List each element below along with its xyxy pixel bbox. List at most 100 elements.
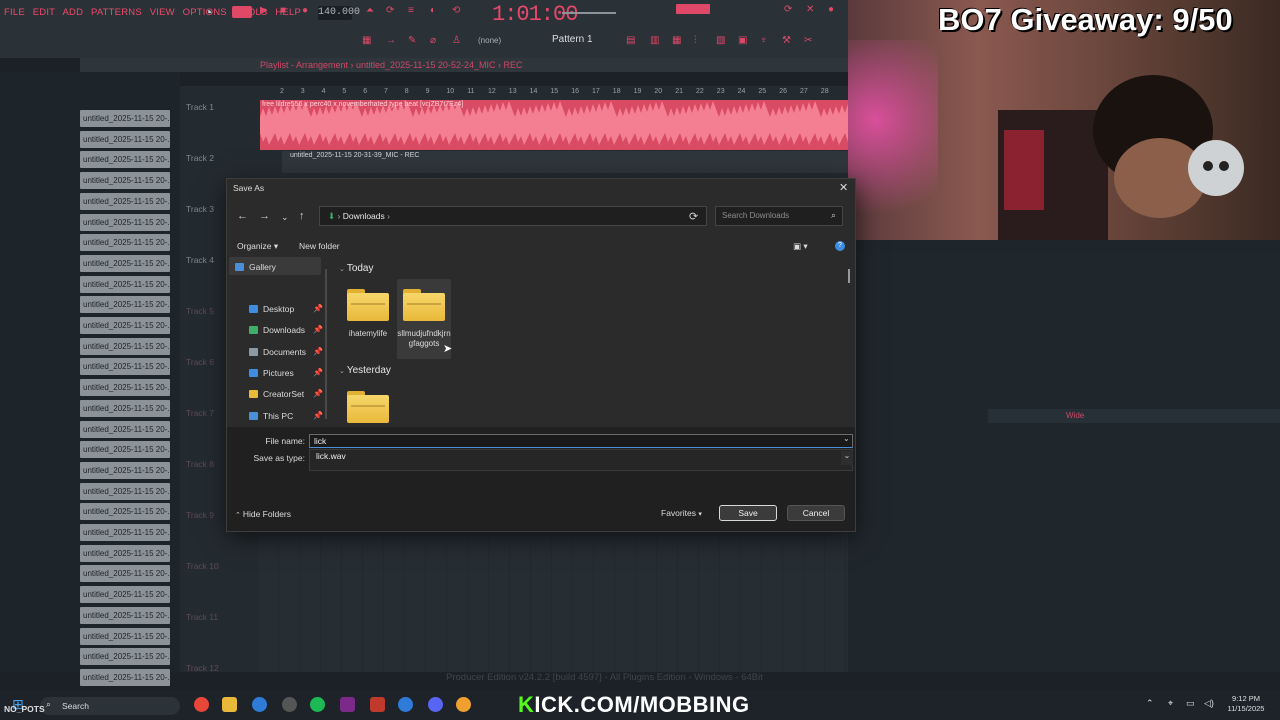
snap-selector[interactable]: (none)	[478, 36, 501, 45]
settings-icon[interactable]	[282, 697, 297, 712]
browser-item[interactable]: untitled_2025-11-15 20-...	[80, 668, 170, 686]
track-label[interactable]: Track 11	[186, 612, 218, 622]
save-type-select[interactable]: lick.wav	[309, 449, 853, 471]
location-icon[interactable]: ⌖	[1168, 698, 1173, 709]
pin-icon[interactable]: 📌	[313, 304, 323, 313]
menu-edit[interactable]: EDIT	[33, 7, 55, 18]
track-label[interactable]: Track 4	[186, 255, 214, 265]
track-label[interactable]: Track 12	[186, 663, 219, 673]
channel-rack-icon[interactable]: ▦	[672, 35, 681, 46]
file-name-input[interactable]: lick	[309, 434, 853, 448]
timeline-ruler[interactable]: 2 3 4 5 6 7 8 9 10 11 12 13 14 15 16 17 18 19 20 21 22 23 24 25…	[258, 88, 848, 98]
browser-item[interactable]: untitled_2025-11-15 20-...	[80, 254, 170, 272]
app-icon[interactable]	[370, 697, 385, 712]
browser-item[interactable]: untitled_2025-11-15 20-...	[80, 586, 170, 604]
spotify-icon[interactable]	[310, 697, 325, 712]
mixer-icon[interactable]: ⫶	[694, 35, 697, 46]
browser-item[interactable]: untitled_2025-11-15 20-...	[80, 503, 170, 521]
nav-creatorset[interactable]: CreatorSet 📌	[249, 389, 323, 399]
master-pitch-slider[interactable]	[562, 12, 616, 14]
breadcrumb-downloads[interactable]: Downloads	[343, 211, 385, 221]
browser-item[interactable]: untitled_2025-11-15 20-...	[80, 213, 170, 231]
back-arrow-icon[interactable]: ←	[237, 210, 248, 222]
browser-item[interactable]: untitled_2025-11-15 20-...	[80, 399, 170, 417]
tempo-display[interactable]: 140.000	[318, 6, 360, 20]
track-label[interactable]: Track 3	[186, 204, 214, 214]
browser-item[interactable]: untitled_2025-11-15 20-...	[80, 110, 170, 127]
song-mode-icon[interactable]	[232, 6, 252, 18]
browser-item[interactable]: untitled_2025-11-15 20-...	[80, 234, 170, 252]
countdown-icon[interactable]: ⟲	[452, 5, 460, 16]
network-icon[interactable]: ▭	[1186, 698, 1195, 709]
link-icon[interactable]: ⌀	[430, 35, 436, 46]
chrome-icon[interactable]	[194, 697, 209, 712]
folder-icon[interactable]	[345, 287, 391, 321]
forward-arrow-icon[interactable]: →	[259, 210, 270, 222]
close-icon[interactable]: ✕	[839, 181, 848, 194]
track-label[interactable]: Track 10	[186, 561, 219, 571]
plugin-icon[interactable]: ▣	[738, 35, 747, 46]
nav-this-pc[interactable]: This PC 📌	[249, 411, 323, 421]
browser-item[interactable]: untitled_2025-11-15 20-...	[80, 482, 170, 500]
track-label[interactable]: Track 5	[186, 306, 214, 316]
browser-item[interactable]: untitled_2025-11-15 20-...	[80, 606, 170, 624]
cut-icon[interactable]: ✂	[804, 35, 812, 46]
up-arrow-icon[interactable]: ↑	[299, 210, 305, 222]
track-label[interactable]: Track 2	[186, 153, 214, 163]
menu-file[interactable]: FILE	[4, 7, 25, 18]
folder-icon[interactable]	[345, 389, 391, 423]
fl-studio-icon[interactable]	[456, 697, 471, 712]
browser-item[interactable]: untitled_2025-11-15 20-...	[80, 379, 170, 397]
arrow-right-icon[interactable]: →	[386, 35, 396, 46]
nav-pictures[interactable]: Pictures 📌	[249, 368, 323, 378]
track-label[interactable]: Track 1	[186, 102, 214, 112]
wrench-icon[interactable]: ⚒	[782, 35, 791, 46]
track-label[interactable]: Track 8	[186, 459, 214, 469]
chevron-down-icon[interactable]: ⌄	[841, 451, 853, 465]
browser-item[interactable]: untitled_2025-11-15 20-...	[80, 192, 170, 210]
menu-patterns[interactable]: PATTERNS	[91, 7, 142, 18]
refresh-icon[interactable]: ⟳	[689, 210, 698, 223]
menu-view[interactable]: VIEW	[150, 7, 175, 18]
browser-item[interactable]: untitled_2025-11-15 20-...	[80, 151, 170, 169]
address-bar[interactable]: ⬇ › Downloads ›	[319, 206, 707, 226]
browser-item[interactable]: untitled_2025-11-15 20-...	[80, 648, 170, 666]
folder-icon[interactable]	[401, 287, 447, 321]
nav-gallery[interactable]: Gallery	[235, 262, 276, 272]
view-options-icon[interactable]: ▣ ▾	[793, 241, 808, 252]
browser-item[interactable]: untitled_2025-11-15 20-...	[80, 441, 170, 459]
step-edit-icon[interactable]: ≡	[408, 5, 414, 16]
browser-item[interactable]: untitled_2025-11-15 20-...	[80, 524, 170, 541]
browser-item[interactable]: untitled_2025-11-15 20-...	[80, 130, 170, 148]
browser-item[interactable]: untitled_2025-11-15 20-...	[80, 420, 170, 438]
recent-locations-chevron-icon[interactable]: ⌄	[281, 212, 289, 223]
track-label[interactable]: Track 7	[186, 408, 214, 418]
save-button[interactable]: Save	[719, 505, 777, 521]
browser-item[interactable]: untitled_2025-11-15 20-...	[80, 358, 170, 376]
file-list-scrollbar[interactable]	[848, 269, 850, 283]
browser-item[interactable]: untitled_2025-11-15 20-...	[80, 172, 170, 190]
pin-icon[interactable]: 📌	[313, 389, 323, 398]
system-clock[interactable]: 9:12 PM 11/15/2025	[1226, 694, 1266, 714]
folder-name[interactable]: ihatemylife	[341, 329, 395, 339]
hide-folders-toggle[interactable]: ⌃ Hide Folders	[235, 509, 291, 519]
tray-chevron-icon[interactable]: ⌃	[1146, 698, 1154, 709]
file-explorer-icon[interactable]	[222, 697, 237, 712]
play-icon[interactable]: ▶	[260, 5, 268, 16]
chevron-down-icon[interactable]: ⌄	[843, 434, 850, 443]
loop-record-icon[interactable]: ⟳	[386, 5, 394, 16]
stop-icon[interactable]: ■	[280, 5, 286, 16]
browser-item[interactable]: untitled_2025-11-15 20-...	[80, 565, 170, 583]
pin-icon[interactable]: 📌	[313, 325, 323, 334]
track-label[interactable]: Track 6	[186, 357, 214, 367]
playlist-icon[interactable]: ▤	[626, 35, 635, 46]
pin-icon[interactable]: 📌	[313, 368, 323, 377]
close-x-icon[interactable]: ✕	[806, 4, 814, 15]
cancel-button[interactable]: Cancel	[787, 505, 845, 521]
app-icon[interactable]	[340, 697, 355, 712]
stamp-icon[interactable]: ♙	[452, 35, 461, 46]
nav-documents[interactable]: Documents 📌	[249, 347, 323, 357]
piano-roll-icon[interactable]: ▥	[650, 35, 659, 46]
browser-item[interactable]: untitled_2025-11-15 20-...	[80, 461, 170, 479]
snap-icon[interactable]: ▦	[362, 35, 371, 46]
